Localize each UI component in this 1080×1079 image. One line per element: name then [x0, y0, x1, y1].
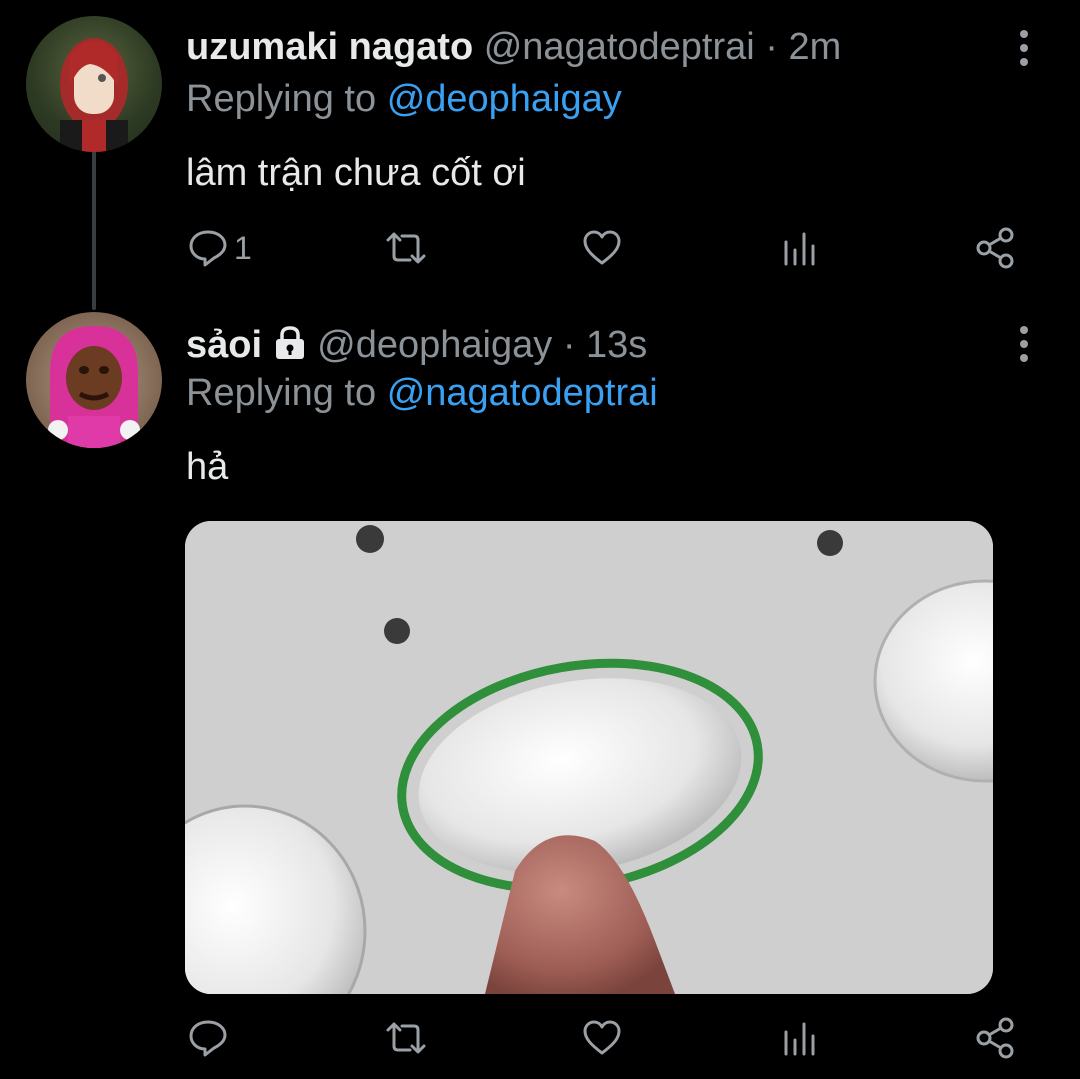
more-options-icon[interactable]	[1014, 28, 1034, 68]
analytics-icon	[784, 232, 815, 266]
replying-prefix: Replying to	[186, 78, 377, 120]
nagato-avatar-art	[60, 38, 128, 152]
reply-count: 1	[234, 229, 252, 266]
analytics-button[interactable]	[780, 226, 820, 270]
retweet-icon	[386, 232, 426, 264]
replying-to: Replying to @nagatodeptrai	[186, 370, 658, 416]
mention-link[interactable]: @nagatodeptrai	[387, 372, 658, 414]
replying-prefix: Replying to	[186, 372, 377, 414]
tweet-actions	[186, 1016, 1026, 1060]
tweet-actions: 1	[186, 226, 1026, 270]
tweet-header: sảoi @deophaigay · 13s	[186, 322, 647, 368]
like-button[interactable]	[582, 226, 622, 270]
heart-icon	[583, 230, 621, 265]
replying-to: Replying to @deophaigay	[186, 76, 622, 122]
analytics-button[interactable]	[780, 1016, 820, 1060]
masked-figure-avatar-art	[48, 326, 140, 448]
retweet-icon	[386, 1022, 426, 1054]
retweet-button[interactable]	[384, 226, 428, 270]
reply-button[interactable]: 1	[188, 226, 252, 270]
reply-icon	[189, 1020, 227, 1057]
display-name[interactable]: sảoi	[186, 324, 262, 366]
like-button[interactable]	[582, 1016, 622, 1060]
lock-icon	[275, 326, 304, 359]
tweet-media-image[interactable]	[185, 521, 993, 994]
tweet-header: uzumaki nagato @nagatodeptrai · 2m	[186, 24, 841, 70]
tweet-text: lâm trận chưa cốt ơi	[186, 152, 526, 194]
mention-link[interactable]: @deophaigay	[387, 78, 622, 120]
share-icon	[976, 227, 1014, 269]
timestamp: · 13s	[562, 324, 648, 366]
more-options-icon[interactable]	[1014, 324, 1034, 364]
share-button[interactable]	[974, 226, 1018, 270]
user-handle[interactable]: @deophaigay	[317, 324, 552, 366]
tweet-text: hả	[186, 446, 229, 488]
reply-button[interactable]	[188, 1016, 228, 1060]
analytics-icon	[784, 1022, 815, 1056]
share-icon	[976, 1017, 1014, 1059]
reply-icon	[189, 230, 227, 267]
thread-connector-line	[92, 150, 96, 310]
share-button[interactable]	[974, 1016, 1018, 1060]
user-handle[interactable]: @nagatodeptrai	[484, 26, 755, 68]
avatar[interactable]	[26, 312, 162, 448]
washing-machine-panel-photo	[185, 521, 993, 994]
avatar[interactable]	[26, 16, 162, 152]
thread-view: uzumaki nagato @nagatodeptrai · 2m Reply…	[0, 0, 1080, 1079]
display-name[interactable]: uzumaki nagato	[186, 26, 473, 68]
timestamp: · 2m	[765, 26, 842, 68]
retweet-button[interactable]	[384, 1016, 428, 1060]
heart-icon	[583, 1020, 621, 1055]
